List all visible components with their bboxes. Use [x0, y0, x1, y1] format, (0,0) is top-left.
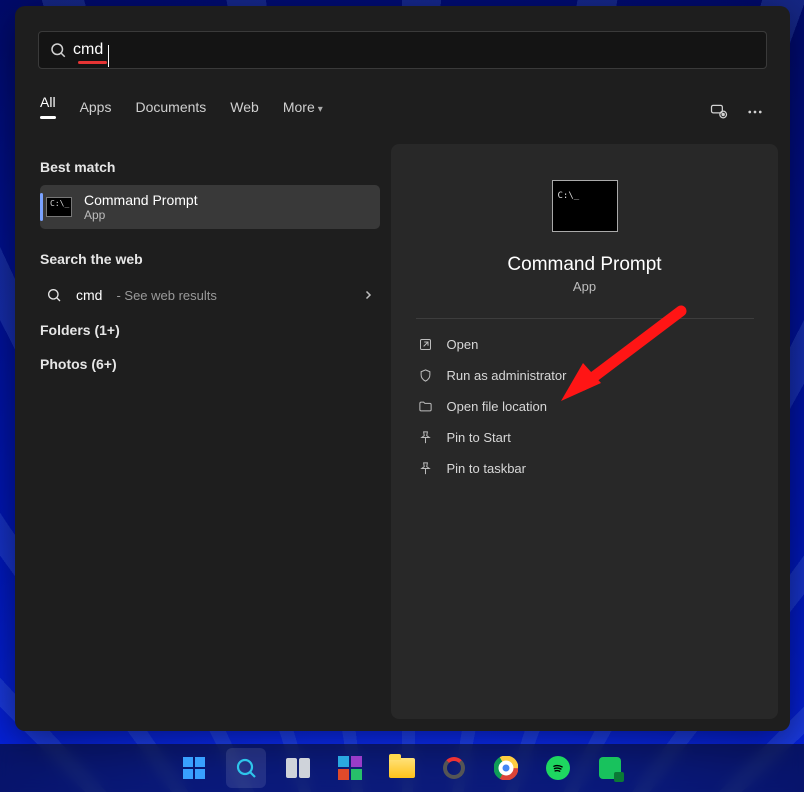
file-explorer-button[interactable] [382, 748, 422, 788]
pin-icon [418, 430, 433, 445]
search-box[interactable] [38, 31, 767, 69]
chrome-button[interactable] [486, 748, 526, 788]
detail-title: Command Prompt [507, 254, 661, 276]
chrome-icon [494, 756, 518, 780]
task-view-icon [286, 758, 310, 778]
action-pin-to-start[interactable]: Pin to Start [416, 422, 754, 453]
start-button[interactable] [174, 748, 214, 788]
chevron-down-icon: ▾ [318, 104, 323, 115]
best-match-result[interactable]: C:\_ Command Prompt App [40, 185, 380, 229]
pin-icon [418, 461, 433, 476]
web-hint: - See web results [116, 288, 216, 303]
action-run-as-administrator[interactable]: Run as administrator [416, 360, 754, 391]
search-icon [46, 287, 62, 303]
folders-group[interactable]: Folders (1+) [40, 313, 380, 347]
search-settings-icon[interactable] [709, 102, 729, 122]
text-caret [108, 45, 109, 67]
folder-icon [418, 399, 433, 414]
detail-subtitle: App [573, 279, 596, 294]
start-search-panel: All Apps Documents Web More▾ Best match … [15, 6, 790, 731]
app-icon [599, 757, 621, 779]
command-prompt-icon: C:\_ [552, 180, 618, 232]
web-header: Search the web [40, 251, 380, 267]
web-search-result[interactable]: cmd - See web results [40, 277, 380, 313]
windows-logo-icon [183, 757, 205, 779]
search-icon [49, 41, 67, 59]
detail-pane: C:\_ Command Prompt App Open Run as admi… [391, 144, 778, 719]
filter-tabs: All Apps Documents Web More▾ [40, 94, 765, 129]
tab-web[interactable]: Web [230, 99, 259, 125]
actions-list: Open Run as administrator Open file loca… [416, 329, 754, 484]
spotify-button[interactable] [538, 748, 578, 788]
action-label: Pin to taskbar [447, 461, 527, 476]
folder-icon [389, 758, 415, 778]
action-open[interactable]: Open [416, 329, 754, 360]
photos-group[interactable]: Photos (6+) [40, 347, 380, 381]
widgets-icon [338, 756, 362, 780]
action-label: Run as administrator [447, 368, 567, 383]
search-input[interactable] [67, 41, 756, 59]
annotation-underline [78, 61, 107, 64]
results-column: Best match C:\_ Command Prompt App Searc… [40, 151, 380, 381]
task-view-button[interactable] [278, 748, 318, 788]
divider [416, 318, 754, 319]
spotify-icon [546, 756, 570, 780]
best-match-title: Command Prompt [84, 192, 198, 208]
taskbar-app-loader[interactable] [434, 748, 474, 788]
action-pin-to-taskbar[interactable]: Pin to taskbar [416, 453, 754, 484]
tab-more[interactable]: More▾ [283, 99, 323, 125]
widgets-button[interactable] [330, 748, 370, 788]
action-label: Open [447, 337, 479, 352]
best-match-header: Best match [40, 159, 380, 175]
action-label: Open file location [447, 399, 547, 414]
action-open-file-location[interactable]: Open file location [416, 391, 754, 422]
best-match-subtitle: App [84, 208, 198, 222]
tab-documents[interactable]: Documents [135, 99, 206, 125]
action-label: Pin to Start [447, 430, 511, 445]
command-prompt-icon: C:\_ [46, 197, 72, 217]
taskbar [0, 744, 804, 792]
web-query: cmd [76, 287, 102, 303]
taskbar-app-green[interactable] [590, 748, 630, 788]
tab-all[interactable]: All [40, 94, 56, 129]
taskbar-search-button[interactable] [226, 748, 266, 788]
search-icon [234, 756, 258, 780]
chevron-right-icon [362, 289, 374, 301]
more-options-icon[interactable] [745, 102, 765, 122]
tab-apps[interactable]: Apps [80, 99, 112, 125]
open-icon [418, 337, 433, 352]
shield-icon [418, 368, 433, 383]
loading-ring-icon [443, 757, 465, 779]
